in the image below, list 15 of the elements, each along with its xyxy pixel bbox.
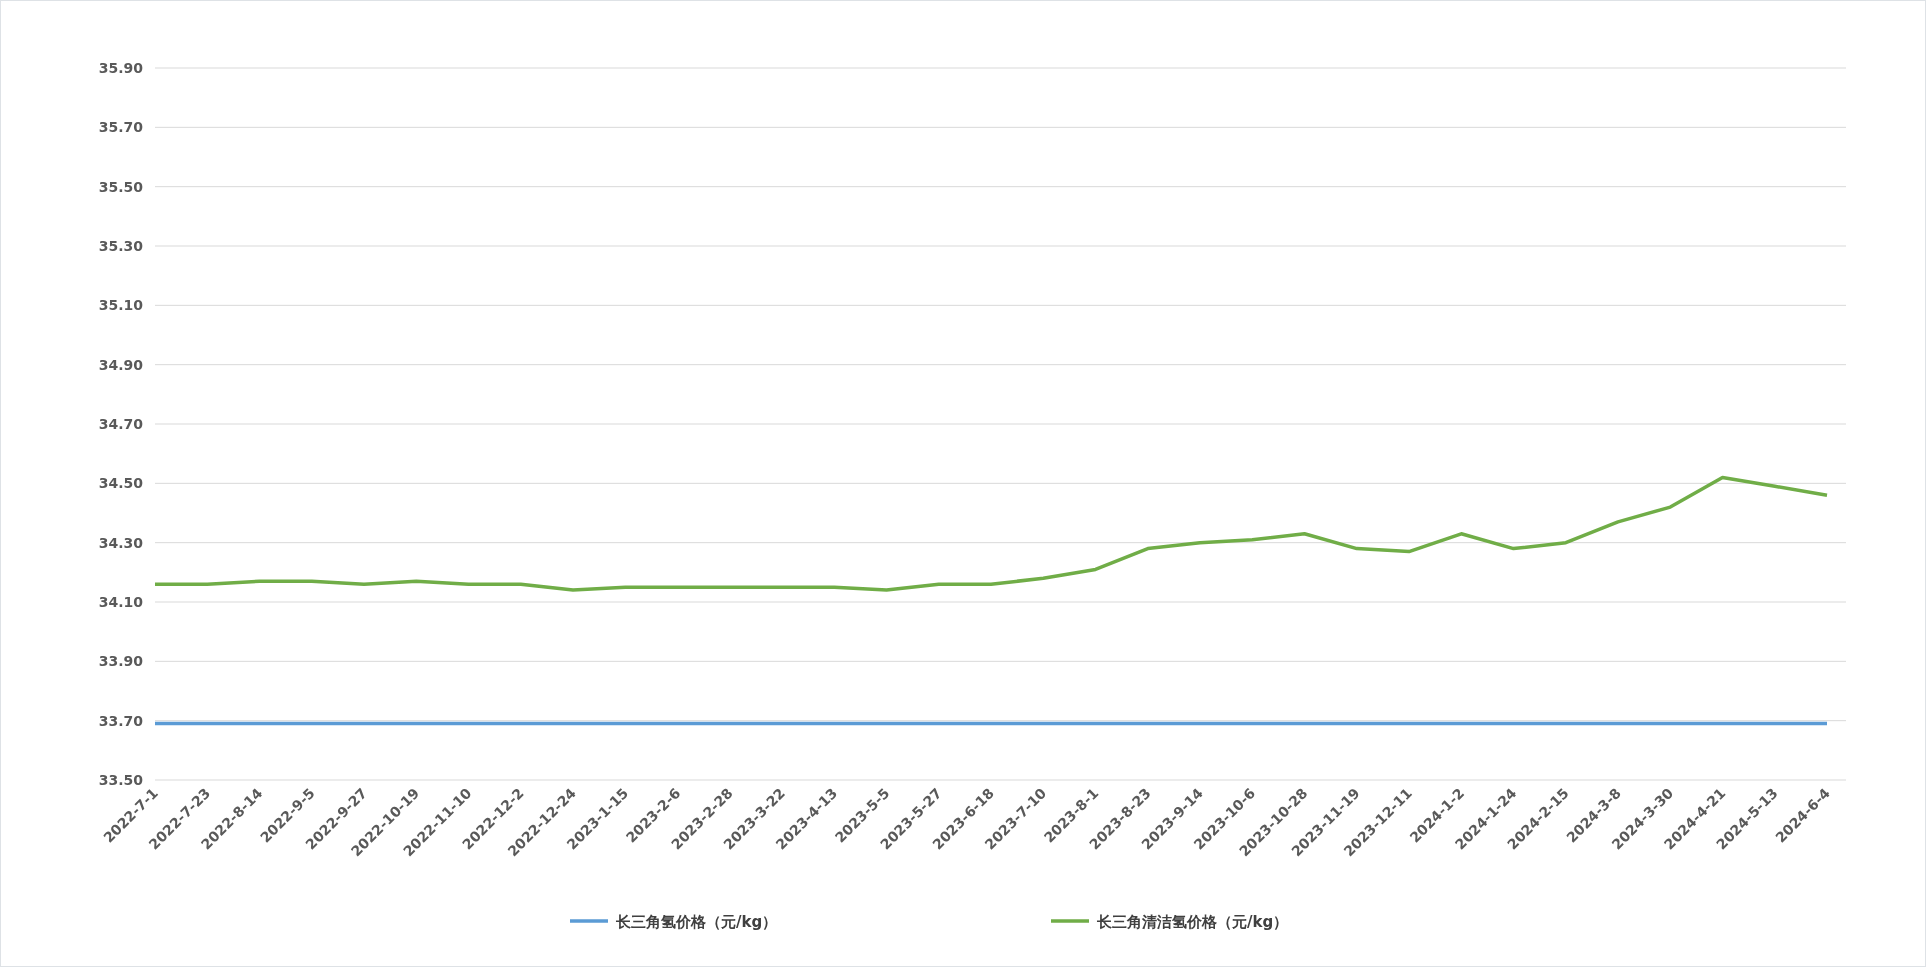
y-axis-label: 35.50 xyxy=(98,178,143,195)
y-axis-label: 34.30 xyxy=(98,534,143,551)
y-axis-label: 33.70 xyxy=(98,712,143,729)
legend-label: 长三角氢价格（元/kg） xyxy=(616,913,778,931)
y-axis-label: 35.10 xyxy=(98,297,143,314)
y-axis-label: 33.50 xyxy=(98,772,143,788)
y-axis-label: 34.70 xyxy=(98,416,143,432)
y-axis-label: 34.90 xyxy=(98,356,143,373)
y-axis-label: 35.90 xyxy=(98,60,143,76)
y-axis-label: 35.70 xyxy=(98,119,143,136)
y-axis-label: 34.10 xyxy=(98,594,143,610)
y-axis-label: 33.90 xyxy=(98,653,143,670)
y-axis-label: 34.50 xyxy=(98,475,143,492)
legend-label: 长三角清洁氢价格（元/kg） xyxy=(1097,913,1289,931)
y-axis-label: 35.30 xyxy=(98,238,143,254)
